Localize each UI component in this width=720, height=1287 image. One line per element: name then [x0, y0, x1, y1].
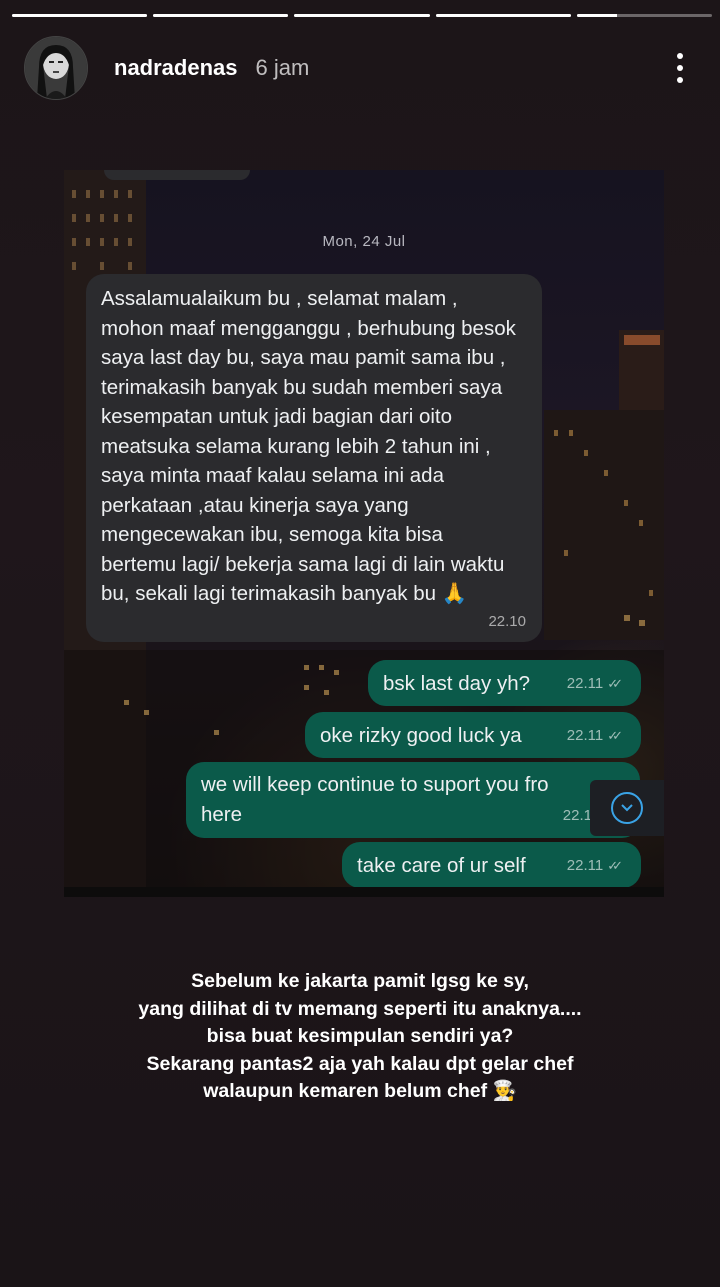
progress-segment	[12, 14, 148, 17]
username[interactable]: nadradenas	[114, 55, 238, 81]
chat-bottom-edge	[64, 887, 664, 897]
message-text: oke rizky good luck ya	[320, 724, 522, 747]
progress-segment	[435, 14, 571, 17]
caption-line: bisa buat kesimpulan sendiri ya?	[206, 1025, 514, 1047]
story-header: nadradenas 6 jam	[24, 36, 700, 100]
caption-line: Sebelum ke jakarta pamit lgsg ke sy,	[191, 970, 529, 992]
message-text: take care of ur self	[357, 854, 526, 877]
scroll-to-bottom-button[interactable]	[590, 780, 664, 836]
message-meta: 22.11 ✓✓	[567, 851, 623, 881]
outgoing-message[interactable]: take care of ur self 22.11 ✓✓	[342, 842, 641, 888]
progress-segment	[153, 14, 289, 17]
date-separator: Mon, 24 Jul	[322, 233, 406, 250]
story-caption: Sebelum ke jakarta pamit lgsg ke sy, yan…	[0, 968, 720, 1106]
previous-message-fragment	[104, 170, 250, 180]
message-time: 22.10	[488, 612, 526, 630]
message-text: Assalamualaikum bu , selamat malam , moh…	[101, 287, 516, 605]
chat-screenshot: Mon, 24 Jul Assalamualaikum bu , selamat…	[64, 170, 664, 897]
progress-segment-current	[576, 14, 713, 17]
message-meta: 22.11 ✓✓	[567, 721, 623, 751]
outgoing-message[interactable]: bsk last day yh? 22.11 ✓✓	[368, 660, 641, 706]
story-progress	[12, 14, 713, 18]
chevron-down-icon	[611, 792, 643, 824]
message-meta: 22.1	[563, 801, 592, 831]
message-time: 22.11	[566, 856, 604, 874]
caption-line: yang dilihat di tv memang seperti itu an…	[138, 997, 582, 1020]
read-receipt-icon: ✓✓	[607, 857, 623, 873]
read-receipt-icon: ✓✓	[607, 727, 623, 743]
message-time: 22.1	[562, 806, 592, 824]
incoming-message[interactable]: Assalamualaikum bu , selamat malam , moh…	[86, 274, 542, 642]
caption-line: Sekarang pantas2 aja yah kalau dpt gelar…	[146, 1052, 574, 1075]
read-receipt-icon: ✓✓	[607, 675, 623, 691]
more-options-icon[interactable]	[660, 48, 700, 88]
message-meta: 22.10	[488, 607, 526, 637]
message-meta: 22.11 ✓✓	[567, 669, 623, 699]
outgoing-message[interactable]: we will keep continue to suport you fro …	[186, 762, 640, 838]
message-time: 22.11	[566, 674, 604, 692]
progress-segment	[294, 14, 430, 17]
post-time: 6 jam	[255, 55, 310, 80]
message-time: 22.11	[566, 726, 604, 744]
avatar[interactable]	[24, 36, 88, 100]
caption-line: walaupun kemaren belum chef 👨‍🍳	[203, 1080, 517, 1102]
message-text: we will keep continue to suport you fro	[201, 773, 549, 796]
message-text: bsk last day yh?	[383, 672, 530, 695]
outgoing-message[interactable]: oke rizky good luck ya 22.11 ✓✓	[305, 712, 641, 758]
